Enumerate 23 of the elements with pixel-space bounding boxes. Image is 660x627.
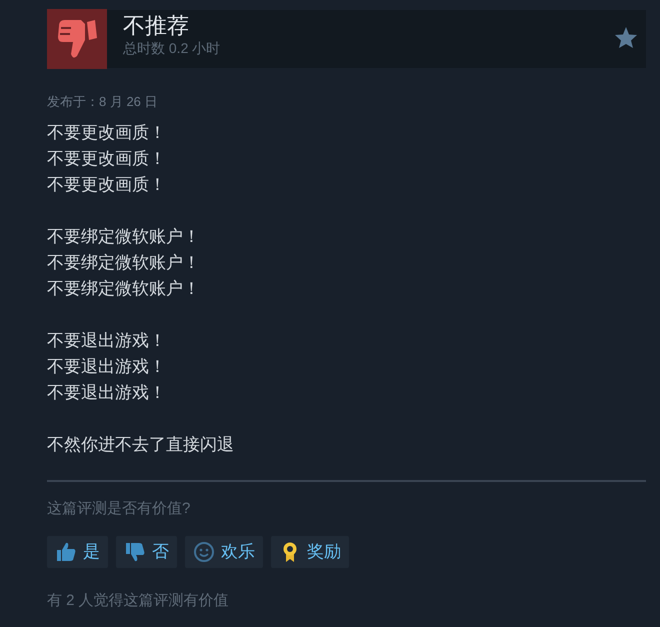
smiley-icon (193, 541, 215, 563)
review-text-line: 不要退出游戏！ (47, 330, 166, 352)
review-text-line: 不要更改画质！ (47, 122, 166, 144)
thumbs-down-icon (124, 541, 146, 563)
vote-button[interactable]: 否 (116, 536, 177, 568)
helpful-count: 有 2 人觉得这篇评测有价值 (47, 591, 230, 611)
review-text-line: 不要退出游戏！ (47, 382, 166, 404)
vote-button[interactable]: 奖励 (271, 536, 349, 568)
review-text-line: 不要退出游戏！ (47, 356, 166, 378)
vote-button[interactable]: 是 (47, 536, 108, 568)
review-text-line: 不要更改画质！ (47, 148, 166, 170)
playtime-text: 总时数 0.2 小时 (123, 39, 222, 58)
review-verdict: 不推荐 (123, 14, 190, 38)
posted-date: 发布于：8 月 26 日 (47, 93, 159, 111)
star-icon[interactable] (614, 26, 638, 49)
helpful-question: 这篇评测是否有价值? (47, 498, 192, 518)
thumbs-up-icon (55, 541, 77, 563)
review-text-line: 不然你进不去了直接闪退 (47, 434, 234, 456)
review-text-line: 不要更改画质！ (47, 174, 166, 196)
vote-button[interactable]: 欢乐 (185, 536, 263, 568)
review-text-line: 不要绑定微软账户！ (47, 278, 200, 300)
review-text-line: 不要绑定微软账户！ (47, 226, 200, 248)
review-text-line: 不要绑定微软账户！ (47, 252, 200, 274)
